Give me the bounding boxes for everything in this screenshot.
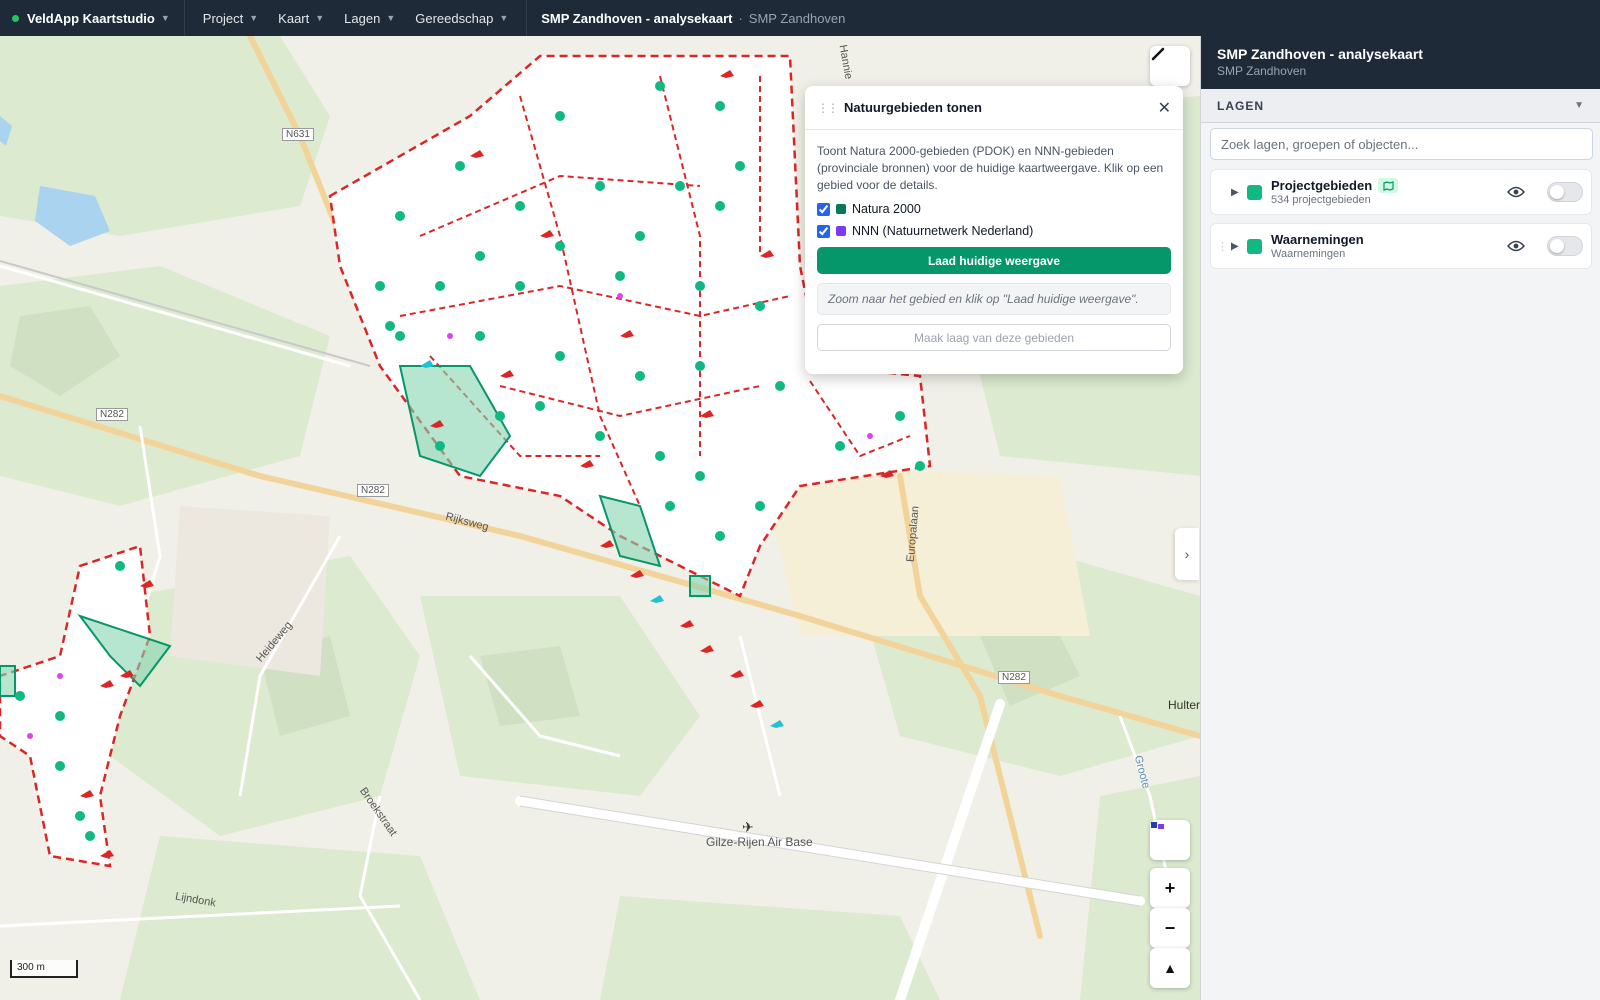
natura2000-checkbox[interactable] bbox=[817, 202, 830, 216]
compass-icon: ▲ bbox=[1163, 960, 1177, 976]
menu-label: Project bbox=[202, 10, 244, 26]
drag-handle-icon[interactable]: ⋮⋮ bbox=[1217, 240, 1237, 253]
nnn-label: NNN (Natuurnetwerk Nederland) bbox=[852, 224, 1034, 238]
menu-gereedschap[interactable]: Gereedschap ▼ bbox=[405, 0, 518, 36]
main-menu: Project ▼ Kaart ▼ Lagen ▼ Gereedschap ▼ bbox=[185, 0, 528, 36]
map-icon bbox=[1378, 178, 1399, 193]
chevron-down-icon: ▼ bbox=[1574, 100, 1584, 111]
layer-style-button[interactable] bbox=[1150, 820, 1190, 860]
layer-text: Projectgebieden 534 projectgebieden bbox=[1271, 178, 1507, 206]
legend-icon bbox=[1151, 822, 1164, 829]
airbase-label: Gilze-Rijen Air Base bbox=[706, 835, 813, 849]
natura2000-option[interactable]: Natura 2000 bbox=[817, 202, 1171, 216]
nnn-checkbox[interactable] bbox=[817, 224, 830, 238]
road-label: N282 bbox=[96, 408, 128, 421]
chevron-down-icon: ▼ bbox=[499, 13, 509, 23]
eye-icon[interactable] bbox=[1507, 240, 1529, 252]
layer-count: 534 projectgebieden bbox=[1271, 194, 1371, 206]
chevron-down-icon: ▼ bbox=[315, 13, 325, 23]
zoom-out-button[interactable]: − bbox=[1150, 908, 1190, 948]
nnn-swatch bbox=[836, 226, 846, 236]
panel-toggle-button[interactable]: › bbox=[1175, 528, 1199, 580]
layer-name-row: Projectgebieden bbox=[1271, 178, 1507, 193]
breadcrumb-separator: · bbox=[738, 10, 743, 26]
layer-name: Projectgebieden bbox=[1271, 178, 1373, 193]
menu-label: Lagen bbox=[344, 10, 381, 26]
panel-body: Toont Natura 2000-gebieden (PDOK) en NNN… bbox=[805, 130, 1183, 364]
status-dot bbox=[12, 14, 19, 22]
road-label: N631 bbox=[282, 128, 314, 141]
sidebar-title: SMP Zandhoven - analysekaart bbox=[1217, 46, 1423, 62]
top-bar: VeldApp Kaartstudio ▼ Project ▼ Kaart ▼ La… bbox=[0, 0, 1600, 36]
scale-bar: 300 m bbox=[10, 960, 78, 978]
sidebar: SMP Zandhoven - analysekaart SMP Zandhov… bbox=[1200, 36, 1600, 1000]
natura2000-swatch bbox=[836, 204, 846, 214]
close-icon[interactable]: ✕ bbox=[1158, 98, 1171, 118]
natura2000-label: Natura 2000 bbox=[852, 202, 921, 216]
chevron-down-icon: ▼ bbox=[249, 13, 259, 23]
place-label: Hulter bbox=[1168, 698, 1200, 712]
sidebar-subtitle: SMP Zandhoven bbox=[1217, 64, 1307, 78]
menu-label: Gereedschap bbox=[415, 10, 494, 26]
make-layer-button[interactable]: Maak laag van deze gebieden bbox=[817, 324, 1171, 351]
layer-text: Waarnemingen Waarnemingen bbox=[1271, 232, 1507, 260]
layer-count: Waarnemingen bbox=[1271, 248, 1346, 260]
eye-icon[interactable] bbox=[1507, 186, 1529, 198]
layer-search-input[interactable] bbox=[1210, 128, 1593, 160]
layer-color-swatch bbox=[1247, 238, 1262, 254]
industrial-area bbox=[760, 466, 1090, 636]
residential-area bbox=[170, 506, 330, 676]
layer-visibility-toggle[interactable] bbox=[1547, 236, 1583, 256]
load-view-button[interactable]: Laad huidige weergave bbox=[817, 247, 1171, 274]
layer-name: Waarnemingen bbox=[1271, 232, 1364, 247]
panel-title: Natuurgebieden tonen bbox=[844, 100, 982, 115]
app-name: VeldApp Kaartstudio bbox=[27, 10, 155, 26]
breadcrumb: SMP Zandhoven - analysekaart · SMP Zandh… bbox=[527, 11, 845, 26]
plus-icon: + bbox=[1164, 877, 1176, 898]
section-label: LAGEN bbox=[1217, 98, 1264, 113]
sidebar-header: SMP Zandhoven - analysekaart SMP Zandhov… bbox=[1201, 36, 1600, 89]
layer-color-swatch bbox=[1247, 184, 1262, 200]
measure-tool-button[interactable] bbox=[1150, 46, 1190, 86]
nnn-option[interactable]: NNN (Natuurnetwerk Nederland) bbox=[817, 224, 1171, 238]
minus-icon: − bbox=[1164, 917, 1176, 938]
menu-lagen[interactable]: Lagen ▼ bbox=[334, 0, 405, 36]
nature-areas-panel: ⋮⋮ Natuurgebieden tonen ✕ Toont Natura 2… bbox=[805, 86, 1183, 374]
compass-button[interactable]: ▲ bbox=[1150, 948, 1190, 988]
layers-section-header[interactable]: LAGEN ▼ bbox=[1201, 89, 1600, 123]
road-label: N282 bbox=[357, 484, 389, 497]
menu-label: Kaart bbox=[278, 10, 310, 26]
panel-description: Toont Natura 2000-gebieden (PDOK) en NNN… bbox=[817, 144, 1164, 192]
road-label: N282 bbox=[998, 671, 1030, 684]
menu-kaart[interactable]: Kaart ▼ bbox=[268, 0, 334, 36]
expand-triangle-icon[interactable]: ▶ bbox=[1231, 187, 1247, 198]
drag-handle-icon[interactable]: ⋮⋮ bbox=[817, 101, 839, 115]
expand-triangle-icon[interactable]: ▶ bbox=[1231, 241, 1247, 252]
layer-visibility-toggle[interactable] bbox=[1547, 182, 1583, 202]
layer-item-projectgebieden[interactable]: ▶ Projectgebieden 534 projectgebieden bbox=[1210, 169, 1592, 215]
chevron-right-icon: › bbox=[1184, 546, 1190, 562]
panel-hint: Zoom naar het gebied en klik op "Laad hu… bbox=[817, 283, 1171, 315]
app-brand[interactable]: VeldApp Kaartstudio ▼ bbox=[0, 0, 185, 36]
panel-header[interactable]: ⋮⋮ Natuurgebieden tonen ✕ bbox=[805, 86, 1183, 130]
chevron-down-icon: ▼ bbox=[386, 13, 396, 23]
breadcrumb-subtitle: SMP Zandhoven bbox=[748, 10, 846, 26]
ruler-icon bbox=[1151, 47, 1165, 61]
breadcrumb-title: SMP Zandhoven - analysekaart bbox=[541, 10, 733, 26]
airplane-icon: ✈ bbox=[742, 819, 754, 835]
zoom-in-button[interactable]: + bbox=[1150, 868, 1190, 908]
menu-project[interactable]: Project ▼ bbox=[193, 0, 268, 36]
chevron-down-icon: ▼ bbox=[160, 13, 170, 23]
layer-item-waarnemingen[interactable]: ⋮⋮ ▶ Waarnemingen Waarnemingen bbox=[1210, 223, 1592, 269]
